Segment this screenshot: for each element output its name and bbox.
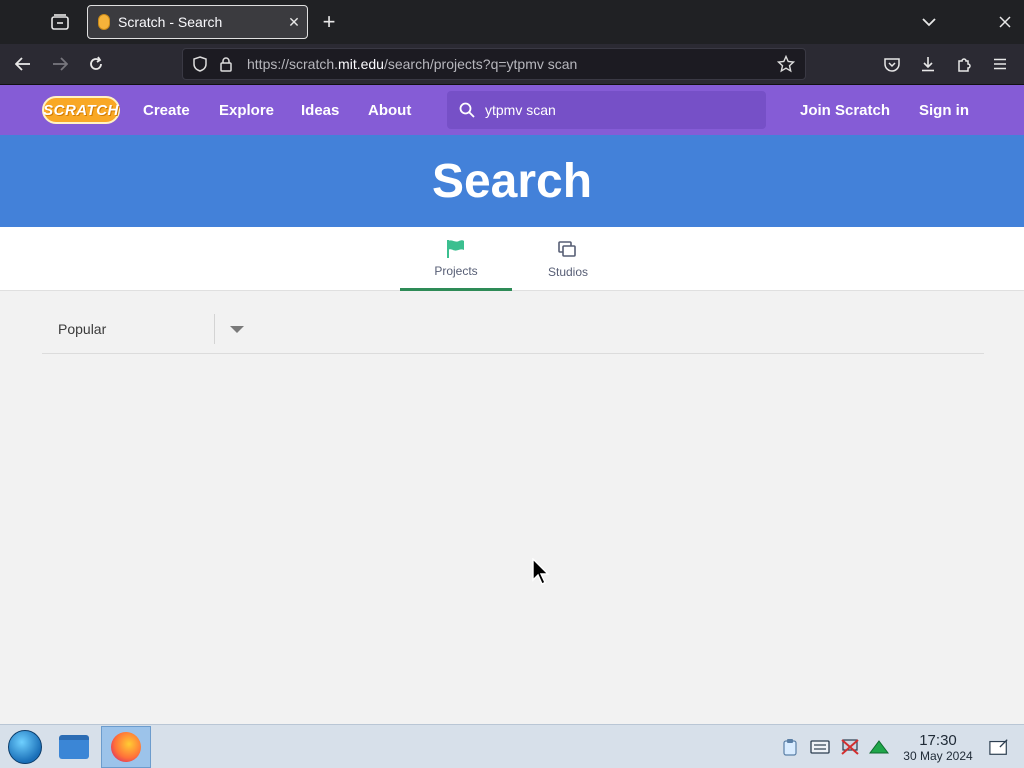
caret-down-icon[interactable]: [230, 326, 244, 333]
back-icon[interactable]: [8, 49, 38, 79]
mouse-cursor-icon: [532, 557, 550, 591]
reload-icon[interactable]: [81, 49, 111, 79]
scratch-logo[interactable]: SCRATCH: [42, 96, 120, 124]
nav-create[interactable]: Create: [143, 85, 190, 135]
firefox-icon: [111, 732, 141, 762]
search-icon: [457, 100, 477, 120]
nav-explore[interactable]: Explore: [219, 85, 274, 135]
browser-toolbar: https://scratch.mit.edu/search/projects?…: [0, 44, 1024, 85]
tab-studios-label: Studios: [547, 265, 589, 279]
tray-update-icon[interactable]: [869, 737, 889, 757]
sort-divider: [214, 314, 215, 344]
scratch-search-box: [447, 91, 766, 129]
show-desktop-icon[interactable]: [989, 737, 1009, 757]
extensions-icon[interactable]: [949, 49, 979, 79]
sign-in-link[interactable]: Sign in: [919, 85, 969, 135]
search-tabs: Projects Studios: [0, 227, 1024, 291]
taskbar: 17:30 30 May 2024: [0, 724, 1024, 768]
search-banner: Search: [0, 135, 1024, 227]
start-button[interactable]: [8, 730, 42, 764]
scratch-favicon-icon: [98, 14, 110, 30]
bookmark-star-icon[interactable]: [773, 51, 799, 77]
nav-about[interactable]: About: [368, 85, 411, 135]
nav-ideas[interactable]: Ideas: [301, 85, 339, 135]
url-bar[interactable]: https://scratch.mit.edu/search/projects?…: [182, 48, 806, 80]
search-input[interactable]: [485, 102, 766, 118]
scratch-navbar: SCRATCH Create Explore Ideas About Join …: [0, 85, 1024, 135]
menu-icon[interactable]: [985, 49, 1015, 79]
flag-icon: [446, 238, 466, 260]
tab-projects[interactable]: Projects: [400, 227, 512, 291]
new-tab-button[interactable]: +: [314, 7, 344, 37]
taskbar-file-manager[interactable]: [49, 726, 99, 768]
shield-icon[interactable]: [187, 51, 213, 77]
tab-projects-label: Projects: [434, 263, 478, 278]
tray-network-icon[interactable]: [840, 737, 860, 757]
tray-keyboard-icon[interactable]: [810, 737, 830, 757]
taskbar-firefox[interactable]: [101, 726, 151, 768]
taskbar-clock[interactable]: 17:30 30 May 2024: [893, 732, 983, 763]
clock-time: 17:30: [919, 732, 957, 749]
tray-clipboard-icon[interactable]: [780, 737, 800, 757]
forward-icon[interactable]: [45, 49, 75, 79]
clock-date: 30 May 2024: [903, 749, 973, 763]
tab-studios[interactable]: Studios: [512, 227, 624, 291]
folder-icon: [59, 735, 89, 759]
sort-selected-value: Popular: [58, 321, 107, 337]
downloads-icon[interactable]: [913, 49, 943, 79]
url-text: https://scratch.mit.edu/search/projects?…: [247, 56, 578, 72]
close-window-icon[interactable]: [990, 7, 1020, 37]
tab-overview-icon[interactable]: [45, 7, 75, 37]
pocket-icon[interactable]: [877, 49, 907, 79]
close-tab-icon[interactable]: ✕: [281, 14, 307, 31]
lock-icon[interactable]: [213, 51, 239, 77]
browser-tab[interactable]: Scratch - Search ✕: [87, 5, 308, 39]
studios-icon: [558, 239, 578, 261]
sort-dropdown[interactable]: Popular: [42, 304, 984, 354]
tab-list-chevron-icon[interactable]: [914, 7, 944, 37]
tab-title: Scratch - Search: [118, 14, 223, 30]
browser-tab-strip: Scratch - Search ✕ +: [0, 0, 1024, 44]
join-scratch-link[interactable]: Join Scratch: [800, 85, 890, 135]
page-title: Search: [431, 154, 593, 208]
